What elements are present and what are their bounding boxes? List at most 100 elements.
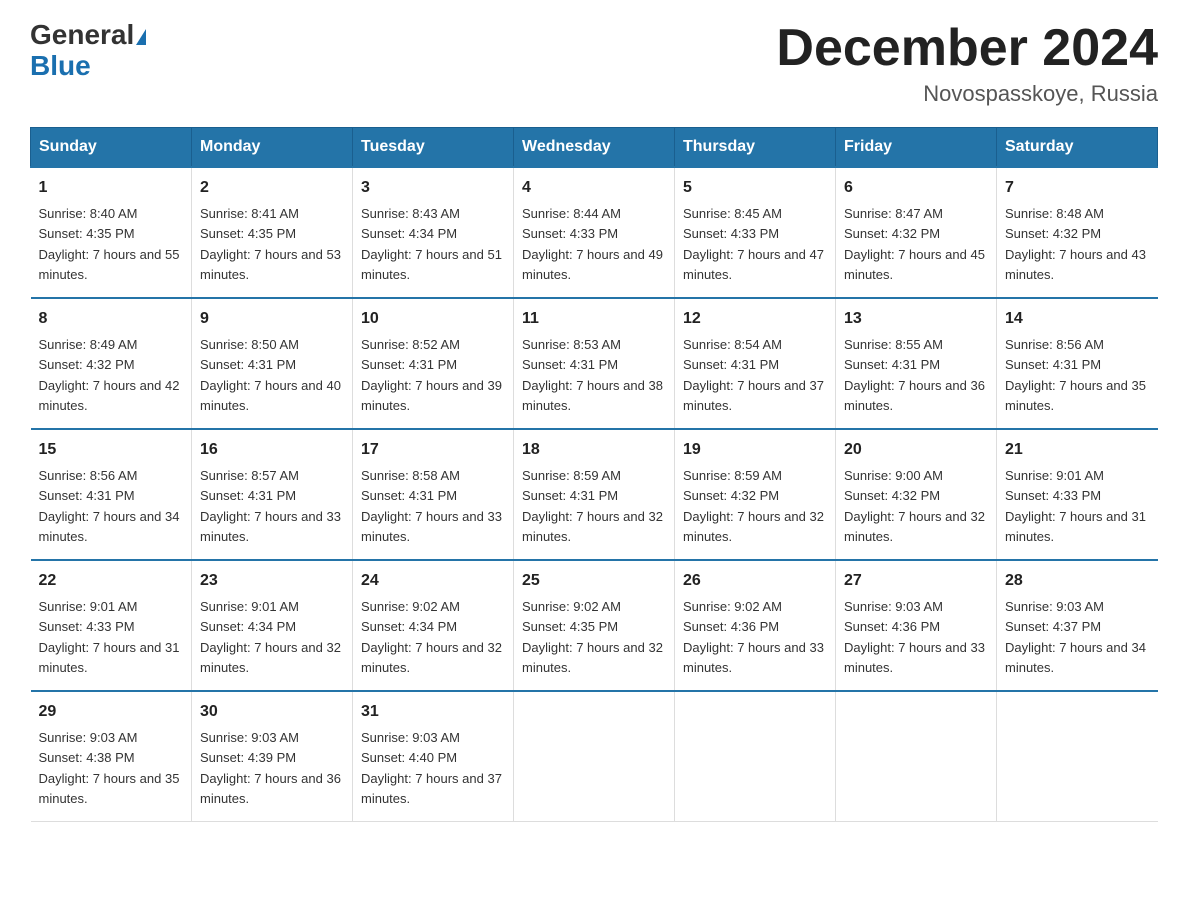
day-number: 29 xyxy=(39,700,184,724)
day-info: Sunrise: 8:56 AMSunset: 4:31 PMDaylight:… xyxy=(39,468,180,544)
day-info: Sunrise: 9:03 AMSunset: 4:39 PMDaylight:… xyxy=(200,730,341,806)
day-number: 19 xyxy=(683,438,827,462)
day-info: Sunrise: 8:56 AMSunset: 4:31 PMDaylight:… xyxy=(1005,337,1146,413)
day-cell: 23Sunrise: 9:01 AMSunset: 4:34 PMDayligh… xyxy=(192,560,353,691)
day-info: Sunrise: 8:52 AMSunset: 4:31 PMDaylight:… xyxy=(361,337,502,413)
day-cell xyxy=(514,691,675,822)
day-info: Sunrise: 8:59 AMSunset: 4:31 PMDaylight:… xyxy=(522,468,663,544)
header-cell-thursday: Thursday xyxy=(675,128,836,168)
logo-general: General xyxy=(30,19,134,50)
day-cell: 25Sunrise: 9:02 AMSunset: 4:35 PMDayligh… xyxy=(514,560,675,691)
day-info: Sunrise: 9:03 AMSunset: 4:40 PMDaylight:… xyxy=(361,730,502,806)
day-number: 8 xyxy=(39,307,184,331)
day-info: Sunrise: 9:02 AMSunset: 4:34 PMDaylight:… xyxy=(361,599,502,675)
page-header: General Blue December 2024 Novospasskoye… xyxy=(30,20,1158,107)
week-row-2: 8 Sunrise: 8:49 AMSunset: 4:32 PMDaylight… xyxy=(31,298,1158,429)
day-number: 9 xyxy=(200,307,344,331)
header-row: SundayMondayTuesdayWednesdayThursdayFrid… xyxy=(31,128,1158,168)
month-title: December 2024 xyxy=(776,20,1158,77)
day-cell: 1Sunrise: 8:40 AMSunset: 4:35 PMDaylight… xyxy=(31,167,192,298)
logo: General Blue xyxy=(30,20,146,82)
day-info: Sunrise: 8:50 AMSunset: 4:31 PMDaylight:… xyxy=(200,337,341,413)
day-info: Sunrise: 8:53 AMSunset: 4:31 PMDaylight:… xyxy=(522,337,663,413)
day-cell: 19 Sunrise: 8:59 AMSunset: 4:32 PMDayligh… xyxy=(675,429,836,560)
day-number: 4 xyxy=(522,176,666,200)
day-number: 7 xyxy=(1005,176,1150,200)
day-cell: 30Sunrise: 9:03 AMSunset: 4:39 PMDayligh… xyxy=(192,691,353,822)
day-info: Sunrise: 9:01 AMSunset: 4:33 PMDaylight:… xyxy=(1005,468,1146,544)
header-cell-friday: Friday xyxy=(836,128,997,168)
day-cell: 20 Sunrise: 9:00 AMSunset: 4:32 PMDayligh… xyxy=(836,429,997,560)
day-cell: 9 Sunrise: 8:50 AMSunset: 4:31 PMDaylight… xyxy=(192,298,353,429)
day-number: 5 xyxy=(683,176,827,200)
day-number: 1 xyxy=(39,176,184,200)
day-cell: 11 Sunrise: 8:53 AMSunset: 4:31 PMDayligh… xyxy=(514,298,675,429)
day-info: Sunrise: 8:58 AMSunset: 4:31 PMDaylight:… xyxy=(361,468,502,544)
day-cell: 18Sunrise: 8:59 AMSunset: 4:31 PMDayligh… xyxy=(514,429,675,560)
day-cell: 7 Sunrise: 8:48 AMSunset: 4:32 PMDaylight… xyxy=(997,167,1158,298)
day-cell: 14 Sunrise: 8:56 AMSunset: 4:31 PMDayligh… xyxy=(997,298,1158,429)
day-cell: 17 Sunrise: 8:58 AMSunset: 4:31 PMDayligh… xyxy=(353,429,514,560)
day-info: Sunrise: 8:45 AMSunset: 4:33 PMDaylight:… xyxy=(683,206,824,282)
day-cell: 24 Sunrise: 9:02 AMSunset: 4:34 PMDayligh… xyxy=(353,560,514,691)
day-cell: 4 Sunrise: 8:44 AMSunset: 4:33 PMDaylight… xyxy=(514,167,675,298)
day-number: 17 xyxy=(361,438,505,462)
day-info: Sunrise: 8:54 AMSunset: 4:31 PMDaylight:… xyxy=(683,337,824,413)
day-number: 24 xyxy=(361,569,505,593)
logo-blue: Blue xyxy=(30,50,91,81)
day-number: 12 xyxy=(683,307,827,331)
day-number: 6 xyxy=(844,176,988,200)
day-info: Sunrise: 8:59 AMSunset: 4:32 PMDaylight:… xyxy=(683,468,824,544)
day-number: 14 xyxy=(1005,307,1150,331)
day-cell: 10Sunrise: 8:52 AMSunset: 4:31 PMDayligh… xyxy=(353,298,514,429)
day-cell: 31 Sunrise: 9:03 AMSunset: 4:40 PMDayligh… xyxy=(353,691,514,822)
day-info: Sunrise: 8:48 AMSunset: 4:32 PMDaylight:… xyxy=(1005,206,1146,282)
day-info: Sunrise: 8:47 AMSunset: 4:32 PMDaylight:… xyxy=(844,206,985,282)
day-cell: 8 Sunrise: 8:49 AMSunset: 4:32 PMDaylight… xyxy=(31,298,192,429)
title-block: December 2024 Novospasskoye, Russia xyxy=(776,20,1158,107)
day-number: 22 xyxy=(39,569,184,593)
day-number: 26 xyxy=(683,569,827,593)
day-info: Sunrise: 8:43 AMSunset: 4:34 PMDaylight:… xyxy=(361,206,502,282)
day-cell: 13Sunrise: 8:55 AMSunset: 4:31 PMDayligh… xyxy=(836,298,997,429)
week-row-1: 1Sunrise: 8:40 AMSunset: 4:35 PMDaylight… xyxy=(31,167,1158,298)
day-info: Sunrise: 8:49 AMSunset: 4:32 PMDaylight:… xyxy=(39,337,180,413)
day-info: Sunrise: 9:00 AMSunset: 4:32 PMDaylight:… xyxy=(844,468,985,544)
location: Novospasskoye, Russia xyxy=(776,81,1158,107)
day-number: 2 xyxy=(200,176,344,200)
header-cell-monday: Monday xyxy=(192,128,353,168)
header-cell-sunday: Sunday xyxy=(31,128,192,168)
day-cell: 29 Sunrise: 9:03 AMSunset: 4:38 PMDayligh… xyxy=(31,691,192,822)
day-info: Sunrise: 9:03 AMSunset: 4:37 PMDaylight:… xyxy=(1005,599,1146,675)
day-number: 15 xyxy=(39,438,184,462)
day-info: Sunrise: 8:57 AMSunset: 4:31 PMDaylight:… xyxy=(200,468,341,544)
day-cell: 5 Sunrise: 8:45 AMSunset: 4:33 PMDaylight… xyxy=(675,167,836,298)
day-info: Sunrise: 9:03 AMSunset: 4:38 PMDaylight:… xyxy=(39,730,180,806)
day-cell xyxy=(836,691,997,822)
day-info: Sunrise: 9:01 AMSunset: 4:33 PMDaylight:… xyxy=(39,599,180,675)
day-number: 23 xyxy=(200,569,344,593)
day-number: 21 xyxy=(1005,438,1150,462)
day-number: 16 xyxy=(200,438,344,462)
day-cell: 21 Sunrise: 9:01 AMSunset: 4:33 PMDayligh… xyxy=(997,429,1158,560)
day-number: 28 xyxy=(1005,569,1150,593)
day-number: 31 xyxy=(361,700,505,724)
day-info: Sunrise: 8:44 AMSunset: 4:33 PMDaylight:… xyxy=(522,206,663,282)
day-info: Sunrise: 9:03 AMSunset: 4:36 PMDaylight:… xyxy=(844,599,985,675)
day-cell: 6 Sunrise: 8:47 AMSunset: 4:32 PMDaylight… xyxy=(836,167,997,298)
day-cell: 15 Sunrise: 8:56 AMSunset: 4:31 PMDayligh… xyxy=(31,429,192,560)
day-info: Sunrise: 9:02 AMSunset: 4:36 PMDaylight:… xyxy=(683,599,824,675)
day-cell xyxy=(675,691,836,822)
day-cell: 28 Sunrise: 9:03 AMSunset: 4:37 PMDayligh… xyxy=(997,560,1158,691)
day-number: 27 xyxy=(844,569,988,593)
day-cell: 2 Sunrise: 8:41 AMSunset: 4:35 PMDaylight… xyxy=(192,167,353,298)
header-cell-wednesday: Wednesday xyxy=(514,128,675,168)
header-cell-tuesday: Tuesday xyxy=(353,128,514,168)
calendar-table: SundayMondayTuesdayWednesdayThursdayFrid… xyxy=(30,127,1158,822)
day-number: 20 xyxy=(844,438,988,462)
day-cell: 27 Sunrise: 9:03 AMSunset: 4:36 PMDayligh… xyxy=(836,560,997,691)
day-info: Sunrise: 8:55 AMSunset: 4:31 PMDaylight:… xyxy=(844,337,985,413)
day-info: Sunrise: 8:41 AMSunset: 4:35 PMDaylight:… xyxy=(200,206,341,282)
day-number: 11 xyxy=(522,307,666,331)
day-number: 3 xyxy=(361,176,505,200)
